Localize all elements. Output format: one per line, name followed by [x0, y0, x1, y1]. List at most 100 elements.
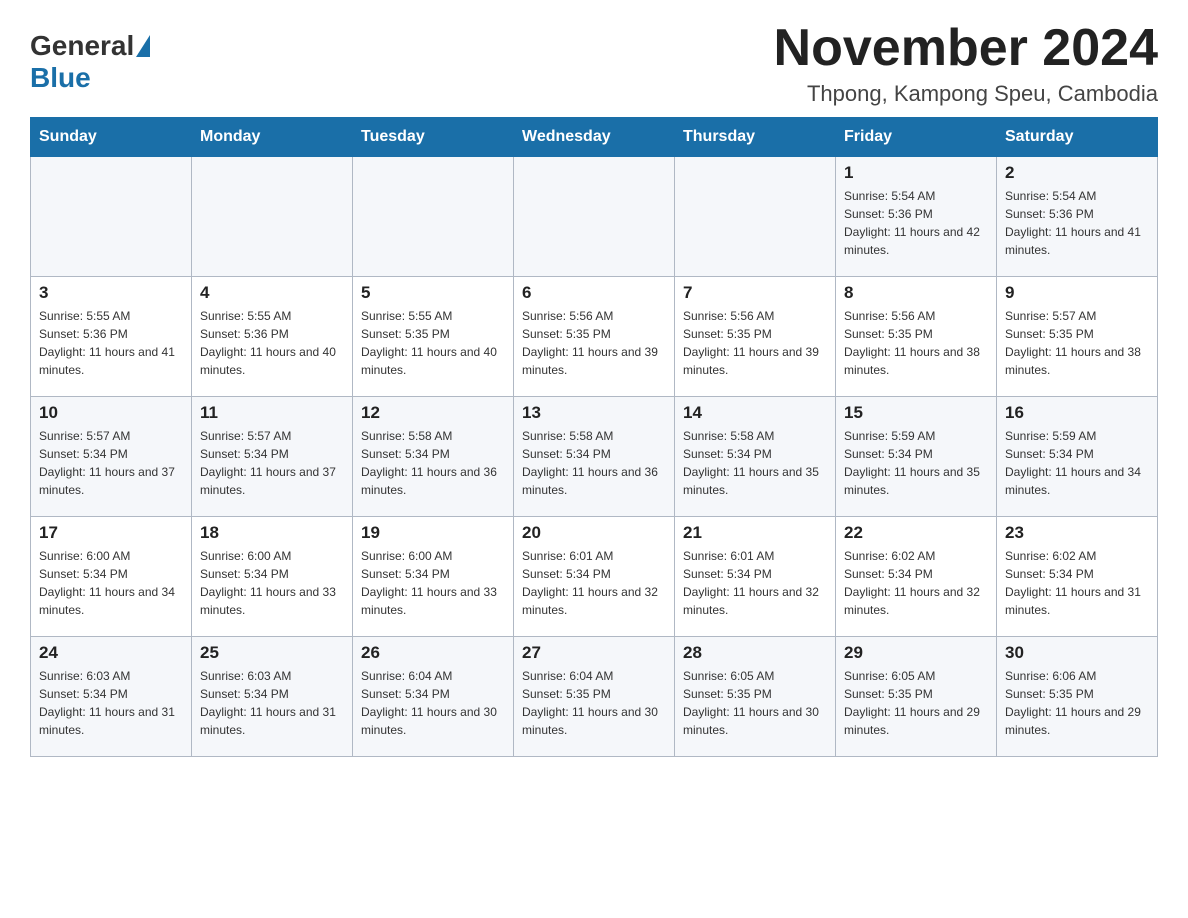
calendar-cell: 13 Sunrise: 5:58 AMSunset: 5:34 PMDayligh… [514, 397, 675, 517]
calendar-cell: 29 Sunrise: 6:05 AMSunset: 5:35 PMDayligh… [836, 637, 997, 757]
day-number: 20 [522, 523, 666, 543]
day-info: Sunrise: 5:55 AMSunset: 5:36 PMDaylight:… [39, 307, 183, 379]
calendar-header-friday: Friday [836, 118, 997, 157]
calendar-cell: 8 Sunrise: 5:56 AMSunset: 5:35 PMDaylight… [836, 277, 997, 397]
day-number: 21 [683, 523, 827, 543]
calendar-cell: 4 Sunrise: 5:55 AMSunset: 5:36 PMDaylight… [192, 277, 353, 397]
day-number: 14 [683, 403, 827, 423]
calendar-header-wednesday: Wednesday [514, 118, 675, 157]
title-area: November 2024 Thpong, Kampong Speu, Camb… [774, 20, 1158, 107]
calendar-cell: 28 Sunrise: 6:05 AMSunset: 5:35 PMDayligh… [675, 637, 836, 757]
calendar-header-monday: Monday [192, 118, 353, 157]
day-info: Sunrise: 5:56 AMSunset: 5:35 PMDaylight:… [844, 307, 988, 379]
calendar-cell: 16 Sunrise: 5:59 AMSunset: 5:34 PMDayligh… [997, 397, 1158, 517]
logo-triangle-icon [136, 35, 150, 57]
day-number: 13 [522, 403, 666, 423]
day-number: 16 [1005, 403, 1149, 423]
calendar-header-tuesday: Tuesday [353, 118, 514, 157]
day-info: Sunrise: 5:58 AMSunset: 5:34 PMDaylight:… [361, 427, 505, 499]
day-number: 11 [200, 403, 344, 423]
day-info: Sunrise: 5:57 AMSunset: 5:34 PMDaylight:… [200, 427, 344, 499]
logo: General Blue [30, 20, 152, 94]
calendar-cell: 30Sunrise: 6:06 AMSunset: 5:35 PMDayligh… [997, 637, 1158, 757]
calendar-cell: 27 Sunrise: 6:04 AMSunset: 5:35 PMDayligh… [514, 637, 675, 757]
day-info: Sunrise: 6:05 AMSunset: 5:35 PMDaylight:… [683, 667, 827, 739]
day-number: 26 [361, 643, 505, 663]
calendar-cell [675, 157, 836, 277]
day-number: 4 [200, 283, 344, 303]
day-info: Sunrise: 6:03 AMSunset: 5:34 PMDaylight:… [200, 667, 344, 739]
day-number: 28 [683, 643, 827, 663]
day-info: Sunrise: 5:55 AMSunset: 5:35 PMDaylight:… [361, 307, 505, 379]
calendar-cell: 2 Sunrise: 5:54 AMSunset: 5:36 PMDaylight… [997, 157, 1158, 277]
calendar-header-thursday: Thursday [675, 118, 836, 157]
day-info: Sunrise: 5:58 AMSunset: 5:34 PMDaylight:… [522, 427, 666, 499]
day-number: 15 [844, 403, 988, 423]
calendar-header-saturday: Saturday [997, 118, 1158, 157]
day-info: Sunrise: 5:57 AMSunset: 5:35 PMDaylight:… [1005, 307, 1149, 379]
day-number: 3 [39, 283, 183, 303]
day-info: Sunrise: 6:00 AMSunset: 5:34 PMDaylight:… [200, 547, 344, 619]
calendar-week-row: 10Sunrise: 5:57 AMSunset: 5:34 PMDayligh… [31, 397, 1158, 517]
day-info: Sunrise: 6:04 AMSunset: 5:35 PMDaylight:… [522, 667, 666, 739]
day-info: Sunrise: 5:58 AMSunset: 5:34 PMDaylight:… [683, 427, 827, 499]
calendar-cell: 15 Sunrise: 5:59 AMSunset: 5:34 PMDayligh… [836, 397, 997, 517]
calendar-cell [353, 157, 514, 277]
day-info: Sunrise: 6:02 AMSunset: 5:34 PMDaylight:… [1005, 547, 1149, 619]
calendar-cell: 9 Sunrise: 5:57 AMSunset: 5:35 PMDaylight… [997, 277, 1158, 397]
calendar-cell: 25 Sunrise: 6:03 AMSunset: 5:34 PMDayligh… [192, 637, 353, 757]
calendar-table: SundayMondayTuesdayWednesdayThursdayFrid… [30, 117, 1158, 757]
day-info: Sunrise: 5:56 AMSunset: 5:35 PMDaylight:… [522, 307, 666, 379]
header: General Blue November 2024 Thpong, Kampo… [30, 20, 1158, 107]
day-number: 17 [39, 523, 183, 543]
calendar-cell: 10Sunrise: 5:57 AMSunset: 5:34 PMDayligh… [31, 397, 192, 517]
calendar-week-row: 3 Sunrise: 5:55 AMSunset: 5:36 PMDaylight… [31, 277, 1158, 397]
month-title: November 2024 [774, 20, 1158, 77]
calendar-cell: 3 Sunrise: 5:55 AMSunset: 5:36 PMDaylight… [31, 277, 192, 397]
day-number: 18 [200, 523, 344, 543]
calendar-header-sunday: Sunday [31, 118, 192, 157]
day-number: 2 [1005, 163, 1149, 183]
calendar-cell [192, 157, 353, 277]
calendar-cell: 7Sunrise: 5:56 AMSunset: 5:35 PMDaylight… [675, 277, 836, 397]
logo-general-text: General [30, 30, 134, 62]
calendar-cell: 14 Sunrise: 5:58 AMSunset: 5:34 PMDayligh… [675, 397, 836, 517]
calendar-cell: 12 Sunrise: 5:58 AMSunset: 5:34 PMDayligh… [353, 397, 514, 517]
day-number: 23 [1005, 523, 1149, 543]
day-info: Sunrise: 6:00 AMSunset: 5:34 PMDaylight:… [39, 547, 183, 619]
day-info: Sunrise: 5:57 AMSunset: 5:34 PMDaylight:… [39, 427, 183, 499]
day-info: Sunrise: 5:59 AMSunset: 5:34 PMDaylight:… [844, 427, 988, 499]
calendar-cell: 23 Sunrise: 6:02 AMSunset: 5:34 PMDayligh… [997, 517, 1158, 637]
logo-blue-text: Blue [30, 62, 91, 94]
calendar-cell: 20Sunrise: 6:01 AMSunset: 5:34 PMDayligh… [514, 517, 675, 637]
day-number: 6 [522, 283, 666, 303]
day-number: 12 [361, 403, 505, 423]
calendar-cell: 6 Sunrise: 5:56 AMSunset: 5:35 PMDaylight… [514, 277, 675, 397]
day-info: Sunrise: 6:03 AMSunset: 5:34 PMDaylight:… [39, 667, 183, 739]
day-info: Sunrise: 5:54 AMSunset: 5:36 PMDaylight:… [844, 187, 988, 259]
calendar-cell [514, 157, 675, 277]
calendar-cell: 11 Sunrise: 5:57 AMSunset: 5:34 PMDayligh… [192, 397, 353, 517]
calendar-cell: 21 Sunrise: 6:01 AMSunset: 5:34 PMDayligh… [675, 517, 836, 637]
calendar-header-row: SundayMondayTuesdayWednesdayThursdayFrid… [31, 118, 1158, 157]
calendar-cell: 19Sunrise: 6:00 AMSunset: 5:34 PMDayligh… [353, 517, 514, 637]
day-number: 27 [522, 643, 666, 663]
day-info: Sunrise: 6:06 AMSunset: 5:35 PMDaylight:… [1005, 667, 1149, 739]
day-number: 25 [200, 643, 344, 663]
calendar-cell: 1Sunrise: 5:54 AMSunset: 5:36 PMDaylight… [836, 157, 997, 277]
day-number: 29 [844, 643, 988, 663]
calendar-cell: 24 Sunrise: 6:03 AMSunset: 5:34 PMDayligh… [31, 637, 192, 757]
day-info: Sunrise: 5:59 AMSunset: 5:34 PMDaylight:… [1005, 427, 1149, 499]
day-info: Sunrise: 6:01 AMSunset: 5:34 PMDaylight:… [683, 547, 827, 619]
day-number: 8 [844, 283, 988, 303]
day-info: Sunrise: 5:54 AMSunset: 5:36 PMDaylight:… [1005, 187, 1149, 259]
day-info: Sunrise: 6:05 AMSunset: 5:35 PMDaylight:… [844, 667, 988, 739]
location-title: Thpong, Kampong Speu, Cambodia [774, 81, 1158, 107]
calendar-week-row: 1Sunrise: 5:54 AMSunset: 5:36 PMDaylight… [31, 157, 1158, 277]
day-number: 22 [844, 523, 988, 543]
day-number: 9 [1005, 283, 1149, 303]
day-number: 7 [683, 283, 827, 303]
day-info: Sunrise: 5:55 AMSunset: 5:36 PMDaylight:… [200, 307, 344, 379]
calendar-cell: 5Sunrise: 5:55 AMSunset: 5:35 PMDaylight… [353, 277, 514, 397]
day-number: 24 [39, 643, 183, 663]
